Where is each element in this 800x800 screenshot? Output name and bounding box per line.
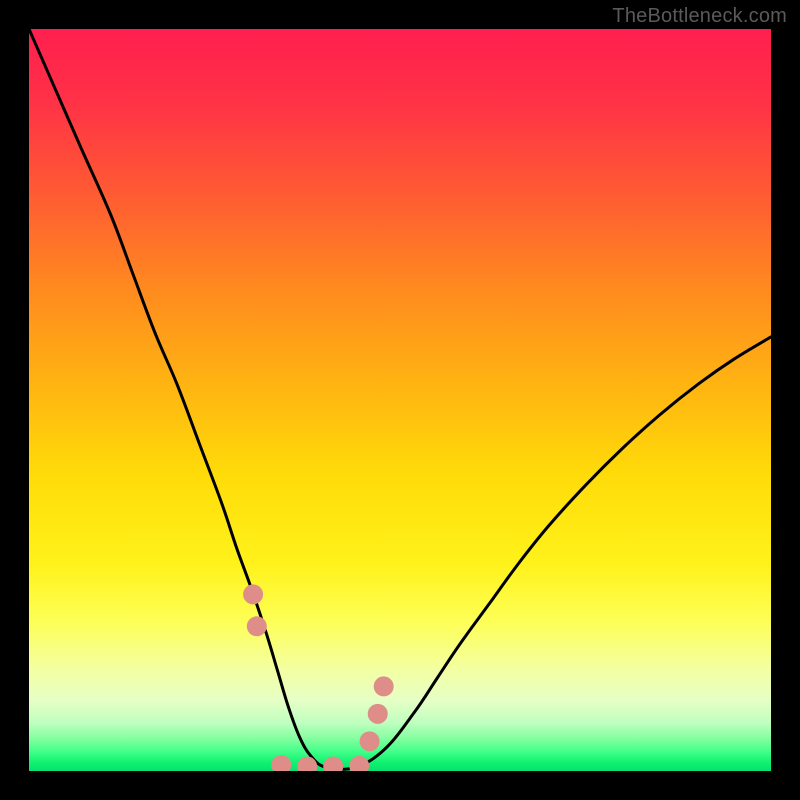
bottleneck-curve <box>29 29 771 769</box>
marker-dots <box>243 584 394 771</box>
marker-dot <box>368 704 388 724</box>
marker-dot <box>360 731 380 751</box>
marker-dot <box>323 757 343 771</box>
curve-layer <box>29 29 771 771</box>
marker-dot <box>374 676 394 696</box>
marker-dot <box>247 616 267 636</box>
chart-frame: TheBottleneck.com <box>0 0 800 800</box>
marker-dot <box>243 584 263 604</box>
plot-area <box>29 29 771 771</box>
watermark-text: TheBottleneck.com <box>612 5 787 28</box>
marker-dot <box>271 755 291 771</box>
marker-dot <box>349 756 369 771</box>
